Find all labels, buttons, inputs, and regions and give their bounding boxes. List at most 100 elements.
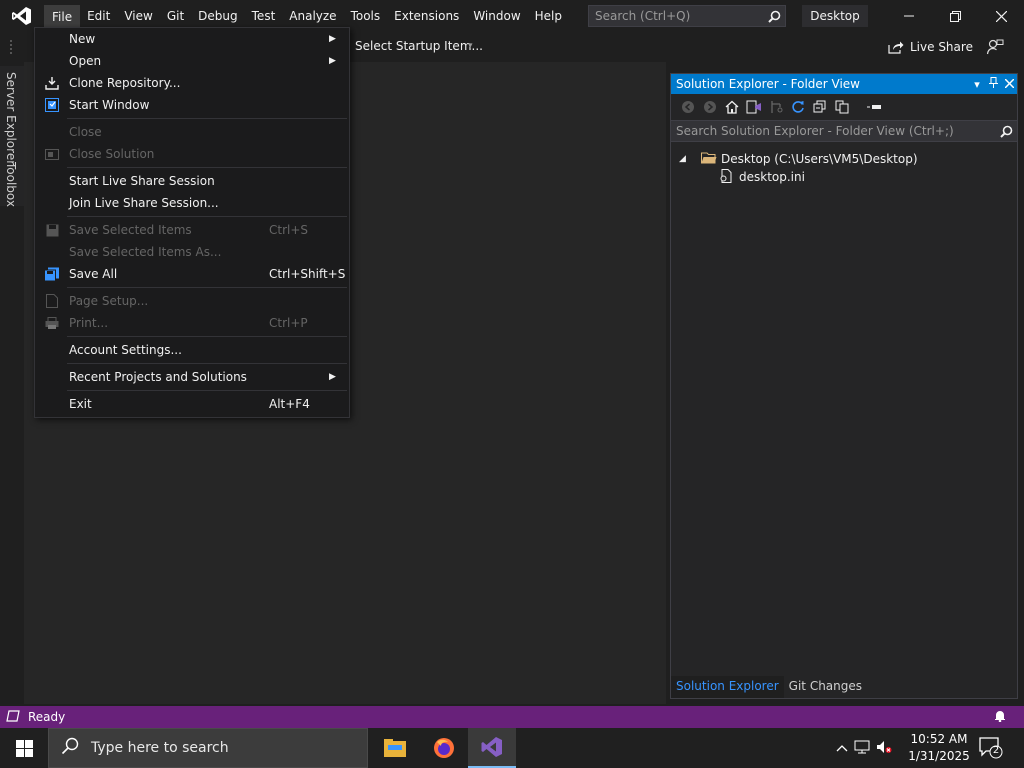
menu-item-join-live-share[interactable]: Join Live Share Session... [35, 192, 349, 214]
pin-icon[interactable] [985, 77, 1001, 91]
menu-file[interactable]: File [44, 5, 81, 27]
menu-window[interactable]: Window [466, 5, 527, 27]
toolbox-tab[interactable]: Toolbox [4, 162, 18, 207]
menu-item-start-live-share[interactable]: Start Live Share Session [35, 170, 349, 192]
close-window-button[interactable] [978, 0, 1024, 32]
menu-item-new[interactable]: New ▶ [35, 28, 349, 50]
clock-time: 10:52 AM [910, 732, 968, 746]
page-setup-icon [35, 290, 69, 312]
menu-item-clone-repository[interactable]: Clone Repository... [35, 72, 349, 94]
firefox-icon[interactable] [420, 728, 468, 768]
search-input[interactable]: Search (Ctrl+Q) [588, 5, 786, 27]
menu-item-open[interactable]: Open ▶ [35, 50, 349, 72]
menu-tools[interactable]: Tools [344, 5, 388, 27]
live-share-icon [888, 41, 904, 54]
properties-icon[interactable] [865, 98, 883, 116]
solution-explorer-toolbar [671, 94, 1017, 120]
menu-item-print[interactable]: Print... Ctrl+P [35, 312, 349, 334]
solution-explorer-title: Solution Explorer - Folder View [676, 77, 860, 91]
status-bar: Ready [0, 706, 1024, 728]
menu-separator [67, 363, 347, 364]
visual-studio-taskbar-icon[interactable] [468, 728, 516, 768]
menu-edit[interactable]: Edit [80, 5, 117, 27]
home-icon[interactable] [723, 98, 741, 116]
save-all-icon [35, 263, 69, 285]
menu-analyze[interactable]: Analyze [282, 5, 343, 27]
solution-search-input[interactable]: Search Solution Explorer - Folder View (… [671, 120, 1017, 142]
menu-extensions[interactable]: Extensions [387, 5, 466, 27]
menu-item-start-window[interactable]: Start Window [35, 94, 349, 116]
menu-help[interactable]: Help [528, 5, 569, 27]
switch-views-icon[interactable] [745, 98, 763, 116]
startup-item-dropdown[interactable]: Select Startup Item... [355, 39, 483, 53]
tab-git-changes[interactable]: Git Changes [784, 676, 867, 698]
menu-debug[interactable]: Debug [191, 5, 244, 27]
menu-separator [67, 390, 347, 391]
collapse-all-icon[interactable] [811, 98, 829, 116]
close-solution-icon [35, 143, 69, 165]
windows-start-icon[interactable] [0, 728, 48, 768]
server-explorer-tab[interactable]: Server Explorer [4, 72, 18, 165]
forward-icon[interactable] [701, 98, 719, 116]
clock-date: 1/31/2025 [908, 749, 970, 763]
chevron-down-icon[interactable]: ▾ [468, 41, 473, 51]
notification-count-badge: 2 [992, 745, 1000, 756]
close-icon[interactable] [1001, 77, 1017, 91]
menu-item-save-all[interactable]: Save All Ctrl+Shift+S [35, 263, 349, 285]
output-icon[interactable] [6, 709, 20, 725]
pending-changes-icon[interactable] [767, 98, 785, 116]
menu-view[interactable]: View [117, 5, 159, 27]
file-explorer-icon[interactable] [371, 728, 419, 768]
menu-item-account-settings[interactable]: Account Settings... [35, 339, 349, 361]
minimize-button[interactable] [886, 0, 932, 32]
menu-item-recent-projects[interactable]: Recent Projects and Solutions ▶ [35, 366, 349, 388]
tree-item-desktop-ini[interactable]: desktop.ini [671, 168, 1017, 186]
panel-options-icon[interactable]: ▾ [969, 78, 985, 91]
back-icon[interactable] [679, 98, 697, 116]
tree-item-label: Desktop (C:\Users\VM5\Desktop) [721, 152, 918, 166]
menu-git[interactable]: Git [160, 5, 191, 27]
search-icon[interactable] [763, 10, 785, 23]
show-all-files-icon[interactable] [833, 98, 851, 116]
menu-separator [67, 216, 347, 217]
window-title: Desktop [802, 5, 868, 27]
menu-item-save-selected[interactable]: Save Selected Items Ctrl+S [35, 219, 349, 241]
tree-item-label: desktop.ini [739, 170, 805, 184]
menu-separator [67, 287, 347, 288]
menu-item-close[interactable]: Close [35, 121, 349, 143]
taskbar-search-input[interactable]: Type here to search [48, 728, 368, 768]
start-window-icon [35, 94, 69, 116]
live-share-button[interactable]: Live Share [888, 40, 973, 54]
taskbar-clock[interactable]: 10:52 AM 1/31/2025 [906, 731, 972, 765]
volume-muted-icon[interactable] [876, 740, 892, 757]
feedback-icon[interactable] [986, 38, 1004, 59]
refresh-icon[interactable] [789, 98, 807, 116]
network-icon[interactable] [854, 740, 870, 757]
chevron-up-icon[interactable] [836, 741, 848, 755]
tree-item-desktop-folder[interactable]: ◢ Desktop (C:\Users\VM5\Desktop) [671, 150, 1017, 168]
menu-item-exit[interactable]: Exit Alt+F4 [35, 393, 349, 415]
notification-center-icon[interactable]: 2 [978, 736, 1004, 763]
notifications-bell-icon[interactable] [994, 709, 1006, 725]
clone-icon [35, 72, 69, 94]
tab-solution-explorer[interactable]: Solution Explorer [671, 676, 784, 698]
expand-arrow-icon[interactable]: ◢ [679, 154, 701, 164]
save-icon [35, 219, 69, 241]
config-file-icon [719, 168, 739, 186]
menu-separator [67, 167, 347, 168]
restore-button[interactable] [932, 0, 978, 32]
search-icon [61, 737, 79, 759]
live-share-label: Live Share [910, 40, 973, 54]
solution-explorer-header: Solution Explorer - Folder View ▾ [671, 74, 1017, 94]
search-icon[interactable] [995, 125, 1017, 138]
system-tray [836, 728, 892, 768]
menu-separator [67, 336, 347, 337]
submenu-arrow-icon: ▶ [329, 34, 336, 44]
menu-test[interactable]: Test [245, 5, 283, 27]
menu-item-save-selected-as[interactable]: Save Selected Items As... [35, 241, 349, 263]
menu-item-page-setup[interactable]: Page Setup... [35, 290, 349, 312]
menu-item-close-solution[interactable]: Close Solution [35, 143, 349, 165]
file-menu-dropdown: New ▶ Open ▶ Clone Repository... Start W… [34, 27, 350, 418]
submenu-arrow-icon: ▶ [329, 372, 336, 382]
toolbar-grip-icon[interactable] [10, 40, 14, 54]
